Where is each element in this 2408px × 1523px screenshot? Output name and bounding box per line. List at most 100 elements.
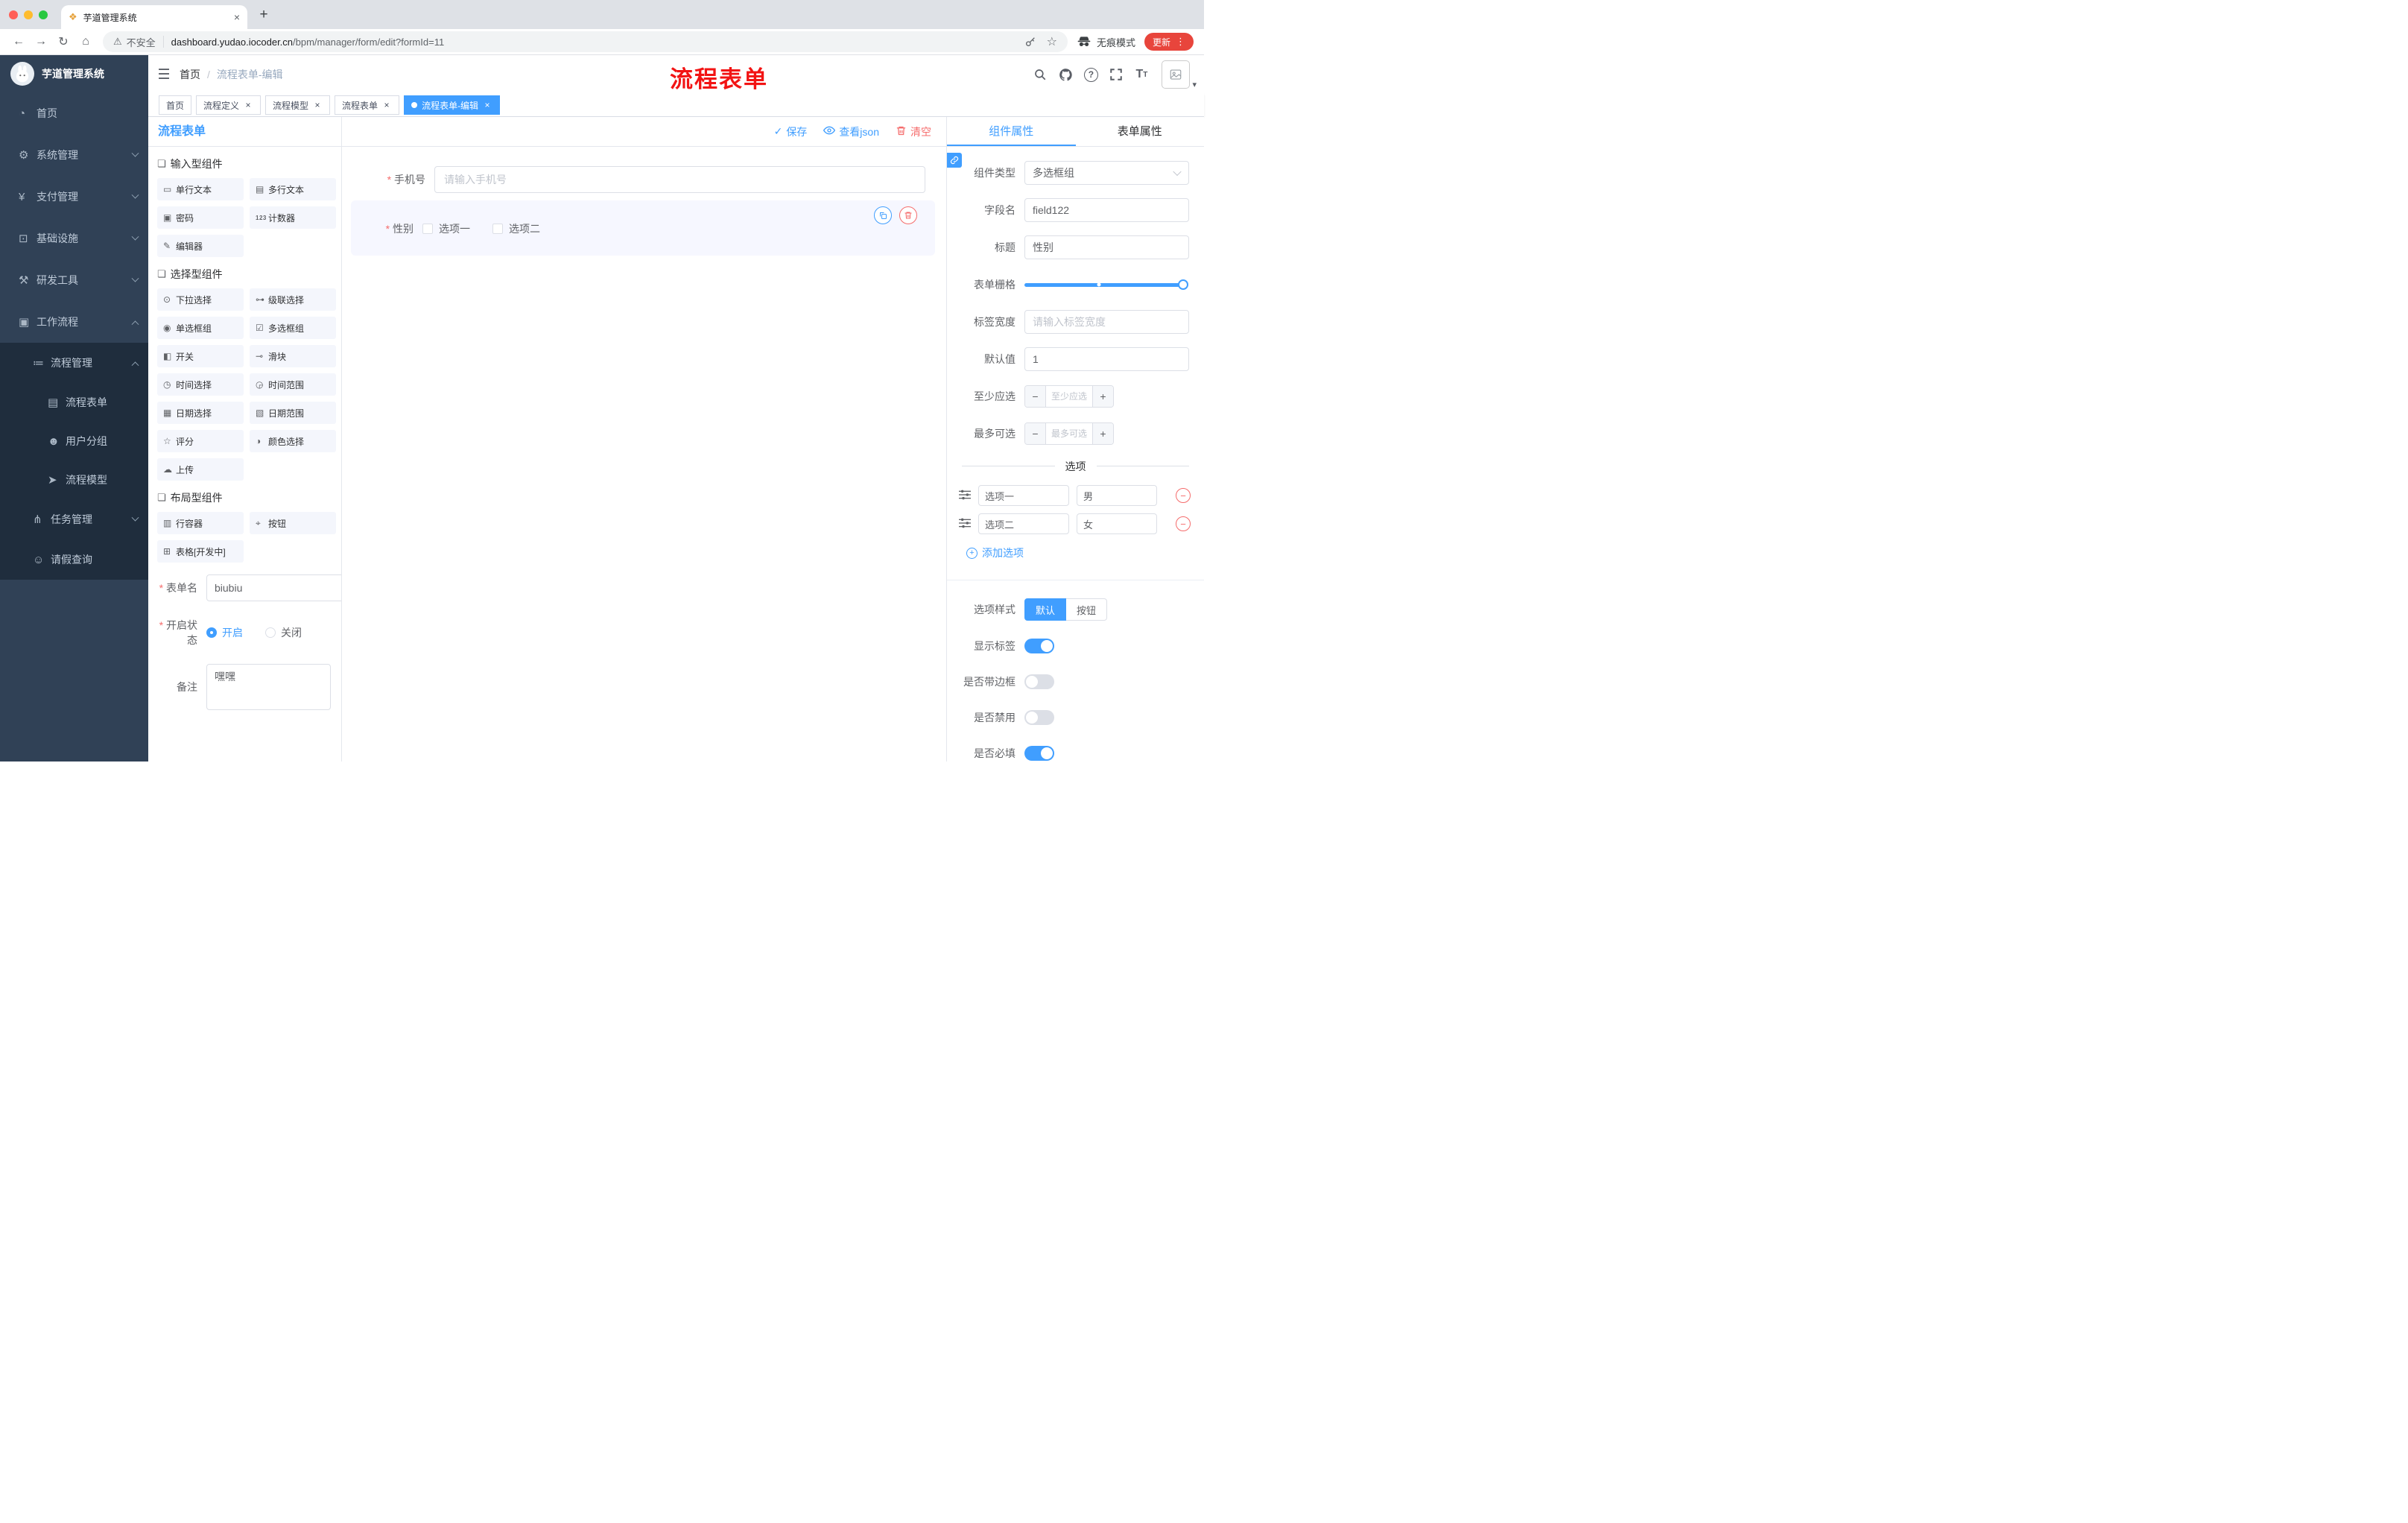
increase-button[interactable]: + (1092, 386, 1113, 407)
breadcrumb-home[interactable]: 首页 (180, 67, 200, 82)
style-button-button[interactable]: 按钮 (1066, 598, 1108, 621)
search-icon[interactable] (1027, 55, 1053, 94)
remove-option-button[interactable]: − (1176, 516, 1191, 531)
chip-text-input[interactable]: ▭ 单行文本 (157, 178, 244, 200)
chip-counter[interactable]: 123 计数器 (250, 206, 336, 229)
copy-component-button[interactable] (874, 206, 892, 224)
chip-time-range[interactable]: ◶ 时间范围 (250, 373, 336, 396)
chip-color-picker[interactable]: ◑ 颜色选择 (250, 430, 336, 452)
tab-component-props[interactable]: 组件属性 (947, 117, 1076, 146)
back-button[interactable]: ← (7, 31, 30, 53)
tab-close-icon[interactable]: × (234, 11, 240, 23)
chip-checkbox-group[interactable]: ☑ 多选框组 (250, 317, 336, 339)
sidebar-item-process-form[interactable]: ▤ 流程表单 (0, 383, 148, 422)
window-zoom-button[interactable] (39, 10, 48, 19)
sidebar-item-system-mgmt[interactable]: ⚙ 系统管理 (0, 134, 148, 176)
required-switch[interactable] (1024, 746, 1054, 761)
chip-row-container[interactable]: ▥ 行容器 (157, 512, 244, 534)
option-value-input[interactable] (1077, 485, 1157, 506)
window-minimize-button[interactable] (24, 10, 33, 19)
checkbox-option-1[interactable]: 选项一 (422, 221, 470, 236)
chip-rate[interactable]: ☆ 评分 (157, 430, 244, 452)
address-bar[interactable]: ⚠ 不安全 dashboard.yudao.iocoder.cn/bpm/man… (103, 31, 1068, 52)
chip-table[interactable]: ⊞ 表格[开发中] (157, 540, 244, 563)
hamburger-icon[interactable]: ☰ (148, 55, 180, 94)
tag-close-icon[interactable]: × (482, 100, 492, 110)
form-remark-textarea[interactable]: 嘿嘿 (206, 664, 331, 710)
phone-input[interactable] (434, 166, 925, 193)
chip-date-range[interactable]: ▧ 日期范围 (250, 402, 336, 424)
status-radio-on[interactable]: 开启 (206, 625, 243, 640)
chip-radio-group[interactable]: ◉ 单选框组 (157, 317, 244, 339)
component-type-select[interactable] (1024, 161, 1189, 185)
chip-time-picker[interactable]: ◷ 时间选择 (157, 373, 244, 396)
chip-password[interactable]: ▣ 密码 (157, 206, 244, 229)
password-key-icon[interactable] (1024, 36, 1036, 48)
show-label-switch[interactable] (1024, 639, 1054, 653)
form-name-input[interactable] (206, 574, 341, 601)
view-json-button[interactable]: 查看json (823, 124, 879, 139)
drag-handle-icon[interactable] (959, 517, 971, 531)
sidebar-item-task-mgmt[interactable]: ⋔ 任务管理 (0, 499, 148, 539)
sidebar-item-leave-query[interactable]: ☺ 请假查询 (0, 539, 148, 580)
add-option-button[interactable]: + 添加选项 (966, 545, 1204, 560)
sidebar-item-process-mgmt[interactable]: ≔ 流程管理 (0, 343, 148, 383)
option-label-input[interactable] (978, 485, 1069, 506)
tag-close-icon[interactable]: × (381, 100, 392, 110)
chip-select[interactable]: ⊙ 下拉选择 (157, 288, 244, 311)
max-select-input[interactable] (1046, 423, 1092, 444)
chip-upload[interactable]: ☁ 上传 (157, 458, 244, 481)
option-label-input[interactable] (978, 513, 1069, 534)
checkbox-box[interactable] (492, 224, 503, 234)
fullscreen-icon[interactable] (1103, 55, 1129, 94)
border-switch[interactable] (1024, 674, 1054, 689)
sidebar-item-infrastructure[interactable]: ⊡ 基础设施 (0, 218, 148, 259)
browser-tab[interactable]: ❖ 芋道管理系统 × (61, 5, 247, 29)
bookmark-star-icon[interactable]: ☆ (1047, 34, 1057, 49)
delete-component-button[interactable] (899, 206, 917, 224)
field-name-input[interactable] (1024, 198, 1189, 222)
sidebar-item-user-group[interactable]: ☻ 用户分组 (0, 422, 148, 460)
chip-textarea[interactable]: ▤ 多行文本 (250, 178, 336, 200)
chip-cascader[interactable]: ⊶ 级联选择 (250, 288, 336, 311)
sidebar-item-home[interactable]: ◔ 首页 (0, 92, 148, 134)
slider-track[interactable] (1024, 279, 1188, 290)
title-input[interactable] (1024, 235, 1189, 259)
new-tab-button[interactable]: + (253, 4, 274, 25)
chip-switch[interactable]: ◧ 开关 (157, 345, 244, 367)
drag-handle-icon[interactable] (959, 489, 971, 503)
sidebar-item-process-model[interactable]: ➤ 流程模型 (0, 460, 148, 499)
label-width-input[interactable] (1024, 310, 1189, 334)
avatar[interactable] (1162, 60, 1191, 89)
sidebar-item-dev-tools[interactable]: ⚒ 研发工具 (0, 259, 148, 301)
decrease-button[interactable]: − (1025, 423, 1046, 444)
home-button[interactable]: ⌂ (75, 31, 97, 53)
forward-button[interactable]: → (30, 31, 52, 53)
sidebar-item-workflow[interactable]: ▣ 工作流程 (0, 301, 148, 343)
tag-close-icon[interactable]: × (312, 100, 323, 110)
chip-editor[interactable]: ✎ 编辑器 (157, 235, 244, 257)
status-radio-off[interactable]: 关闭 (265, 625, 302, 640)
tag-process-definition[interactable]: 流程定义 × (196, 95, 262, 115)
tag-process-form[interactable]: 流程表单 × (335, 95, 400, 115)
disabled-switch[interactable] (1024, 710, 1054, 725)
kebab-menu-icon[interactable]: ⋮ (1176, 36, 1185, 48)
clear-button[interactable]: 清空 (896, 124, 931, 139)
chip-button[interactable]: ⌖ 按钮 (250, 512, 336, 534)
sidebar-item-payment-mgmt[interactable]: ¥ 支付管理 (0, 176, 148, 218)
window-close-button[interactable] (9, 10, 18, 19)
tag-process-model[interactable]: 流程模型 × (265, 95, 331, 115)
tab-form-props[interactable]: 表单属性 (1076, 117, 1205, 146)
increase-button[interactable]: + (1092, 423, 1113, 444)
reload-button[interactable]: ↻ (52, 31, 75, 53)
option-value-input[interactable] (1077, 513, 1157, 534)
checkbox-box[interactable] (422, 224, 433, 234)
default-value-input[interactable] (1024, 347, 1189, 371)
slider-handle[interactable] (1178, 279, 1188, 290)
update-button[interactable]: 更新 ⋮ (1144, 33, 1194, 51)
tag-close-icon[interactable]: × (243, 100, 253, 110)
gender-field-selected[interactable]: 性别 选项一 选项二 (351, 200, 935, 256)
checkbox-option-2[interactable]: 选项二 (492, 221, 540, 236)
tag-process-form-edit[interactable]: 流程表单-编辑 × (404, 95, 501, 115)
chip-slider[interactable]: ⊸ 滑块 (250, 345, 336, 367)
